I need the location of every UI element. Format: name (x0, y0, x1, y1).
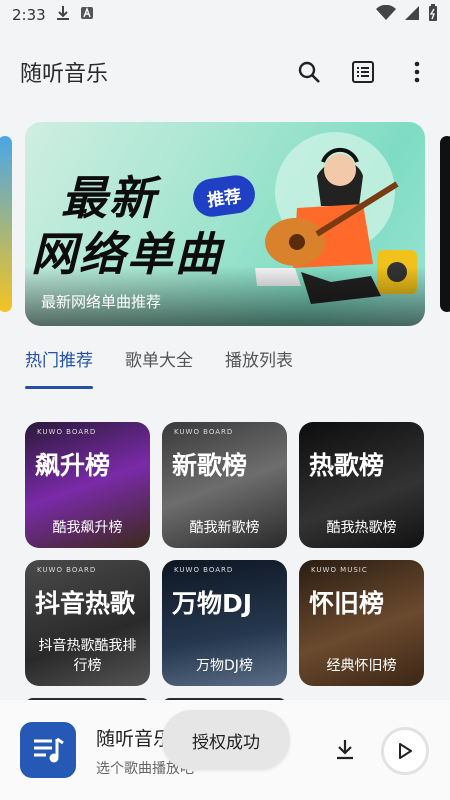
banner-next-peek[interactable] (440, 136, 450, 312)
chart-card-title: 新歌榜 (172, 451, 248, 480)
tab-play-queue[interactable]: 播放列表 (225, 346, 293, 389)
chart-card-nostalgic[interactable]: KUWO MUSIC 怀旧榜 经典怀旧榜 (299, 560, 424, 686)
tab-bar: 热门推荐 歌单大全 播放列表 (25, 346, 293, 389)
list-icon (352, 61, 374, 83)
wifi-icon (376, 4, 396, 25)
music-note-icon (34, 737, 64, 763)
chart-card-title: 万物DJ (172, 589, 253, 618)
download-button[interactable] (333, 737, 357, 765)
chart-card-title: 飙升榜 (35, 451, 111, 480)
chart-card-title: 热歌榜 (309, 451, 385, 480)
search-button[interactable] (296, 59, 322, 85)
app-notification-icon (80, 6, 94, 24)
tab-playlists[interactable]: 歌单大全 (125, 346, 193, 389)
chart-card-douyin[interactable]: KUWO BOARD 抖音热歌 抖音热歌酷我排行榜 (25, 560, 150, 686)
chart-card-hot[interactable]: 热歌榜 酷我热歌榜 (299, 422, 424, 548)
download-icon (337, 740, 353, 760)
toast-message: 授权成功 (162, 710, 290, 770)
more-vert-icon (414, 61, 420, 83)
status-time: 2:33 (12, 6, 46, 24)
battery-icon (428, 4, 438, 26)
chart-card-new[interactable]: KUWO BOARD 新歌榜 酷我新歌榜 (162, 422, 287, 548)
signal-icon (404, 5, 420, 25)
chart-card-title: 抖音热歌 (35, 589, 136, 618)
chart-card-dj[interactable]: KUWO BOARD 万物DJ 万物DJ榜 (162, 560, 287, 686)
chart-grid: KUWO BOARD 飙升榜 酷我飙升榜 KUWO BOARD 新歌榜 酷我新歌… (25, 422, 425, 706)
chart-card-rising[interactable]: KUWO BOARD 飙升榜 酷我飙升榜 (25, 422, 150, 548)
chart-card-subtitle: 抖音热歌酷我排行榜 (38, 638, 137, 674)
chart-card-subtitle: 酷我飙升榜 (52, 520, 123, 536)
player-cover[interactable] (20, 722, 76, 778)
more-menu-button[interactable] (404, 59, 430, 85)
chart-card-subtitle: 经典怀旧榜 (326, 658, 397, 674)
tab-hot-recommend[interactable]: 热门推荐 (25, 346, 93, 389)
search-icon (298, 61, 320, 83)
chart-card-subtitle: 酷我热歌榜 (326, 520, 397, 536)
chart-card-subtitle: 万物DJ榜 (196, 658, 253, 674)
download-status-icon (56, 5, 70, 25)
play-button[interactable] (381, 727, 429, 775)
play-icon (399, 743, 412, 759)
banner-new-singles[interactable]: 最新 推荐 网络单曲 最新网络单曲推荐 (25, 122, 425, 326)
chart-card-title: 怀旧榜 (309, 589, 385, 618)
app-bar: 随听音乐 (0, 44, 450, 100)
banner-prev-peek[interactable] (0, 136, 12, 312)
banner-caption: 最新网络单曲推荐 (41, 293, 162, 311)
banner-carousel[interactable]: 最新 推荐 网络单曲 最新网络单曲推荐 (0, 122, 450, 326)
player-title: 随听音乐 (96, 728, 173, 750)
app-title: 随听音乐 (20, 62, 109, 87)
chart-card-subtitle: 酷我新歌榜 (189, 520, 260, 536)
status-bar: 2:33 (0, 0, 450, 30)
playlist-button[interactable] (350, 59, 376, 85)
